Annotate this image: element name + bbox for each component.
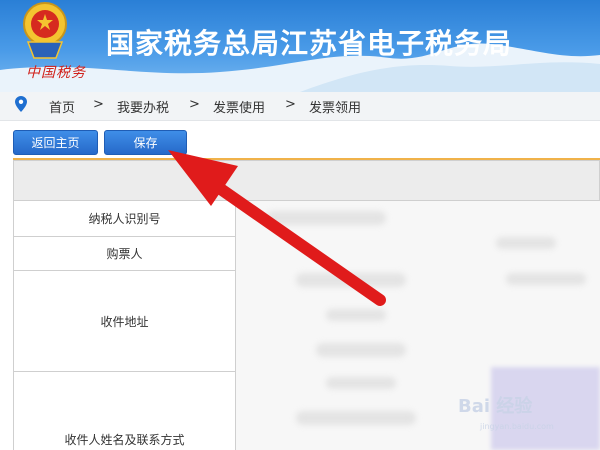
breadcrumb-home-link[interactable]: 首页	[49, 97, 75, 116]
save-button[interactable]: 保存	[104, 130, 187, 155]
breadcrumb-my-tax-link[interactable]: 我要办税	[117, 97, 169, 116]
blurred-value	[496, 237, 556, 249]
breadcrumb: 首页 > 我要办税 > 发票使用 > 发票领用	[0, 92, 600, 121]
return-home-button[interactable]: 返回主页	[13, 130, 98, 155]
breadcrumb-separator: >	[285, 97, 296, 112]
blurred-value	[326, 309, 386, 321]
blurred-value	[296, 411, 416, 425]
ticket-buyer-label: 购票人	[14, 237, 235, 271]
recipient-name-contact-label: 收件人姓名及联系方式	[64, 433, 185, 447]
watermark-url: jingyan.baidu.com	[480, 422, 554, 431]
blurred-value	[326, 377, 396, 389]
breadcrumb-separator: >	[93, 97, 104, 112]
breadcrumb-invoice-use-link[interactable]: 发票使用	[213, 97, 265, 116]
shipping-address-label: 收件地址	[14, 271, 235, 372]
brand-script-logo: 中国税务	[26, 65, 86, 81]
site-header: 中国税务 国家税务总局江苏省电子税务局	[0, 0, 600, 92]
breadcrumb-invoice-claim: 发票领用	[309, 101, 362, 116]
blurred-value	[296, 273, 406, 287]
breadcrumb-separator: >	[189, 97, 200, 112]
form-label-column: 纳税人识别号 购票人 收件地址 收件人姓名及联系方式	[13, 201, 236, 450]
taxpayer-id-label: 纳税人识别号	[14, 201, 235, 237]
tax-emblem-icon	[23, 2, 67, 59]
location-pin-icon	[15, 96, 27, 112]
baidu-jingyan-watermark: Bai 经验	[458, 396, 533, 417]
site-title: 国家税务总局江苏省电子税务局	[106, 27, 513, 60]
blurred-value	[316, 343, 406, 357]
blurred-value	[506, 273, 586, 285]
blurred-value	[266, 211, 386, 225]
form-header-band	[13, 160, 600, 201]
